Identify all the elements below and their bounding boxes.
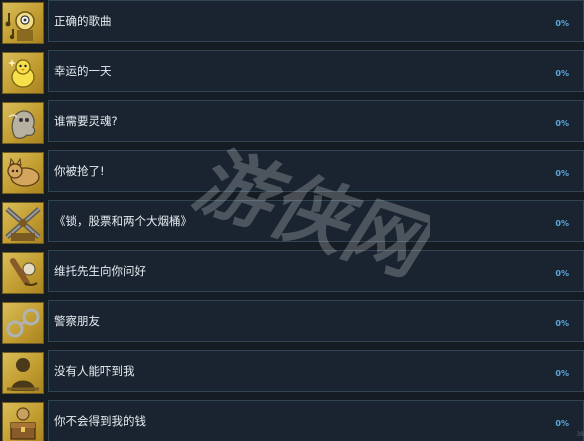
baseball-bat-icon	[2, 252, 44, 294]
achievement-percent: 0%	[555, 219, 569, 228]
achievement-row[interactable]: 你不会得到我的钱 0%	[0, 400, 584, 441]
achievement-name: 维托先生向你问好	[54, 264, 146, 278]
achievement-panel: 警察朋友 0%	[48, 300, 584, 342]
lucky-chick-icon	[2, 52, 44, 94]
achievement-name: 正确的歌曲	[54, 14, 112, 28]
handcuffs-icon	[2, 302, 44, 344]
robbed-cat-icon	[2, 152, 44, 194]
achievement-row[interactable]: 谁需要灵魂? 0%	[0, 100, 584, 149]
achievement-name: 你被抢了!	[54, 164, 105, 178]
achievement-row[interactable]: 你被抢了! 0%	[0, 150, 584, 199]
achievement-panel: 《锁，股票和两个大烟桶》 0%	[48, 200, 584, 242]
silhouette-icon	[2, 352, 44, 394]
achievement-row[interactable]: 幸运的一天 0%	[0, 50, 584, 99]
achievement-percent: 0%	[555, 169, 569, 178]
achievement-percent: 0%	[555, 319, 569, 328]
crossed-barrels-icon	[2, 202, 44, 244]
corner-number: 38	[576, 431, 584, 438]
ghost-icon	[2, 102, 44, 144]
achievement-percent: 0%	[555, 419, 569, 428]
achievement-panel: 幸运的一天 0%	[48, 50, 584, 92]
achievement-percent: 0%	[555, 119, 569, 128]
achievement-row[interactable]: 警察朋友 0%	[0, 300, 584, 349]
achievement-name: 没有人能吓到我	[54, 364, 135, 378]
achievement-panel: 没有人能吓到我 0%	[48, 350, 584, 392]
achievement-name: 幸运的一天	[54, 64, 112, 78]
achievement-percent: 0%	[555, 369, 569, 378]
achievement-name: 《锁，股票和两个大烟桶》	[54, 214, 192, 228]
achievement-row[interactable]: 《锁，股票和两个大烟桶》 0%	[0, 200, 584, 249]
achievement-panel: 正确的歌曲 0%	[48, 0, 584, 42]
achievement-row[interactable]: 维托先生向你问好 0%	[0, 250, 584, 299]
treasure-chest-icon	[2, 402, 44, 441]
achievement-row[interactable]: 正确的歌曲 0%	[0, 0, 584, 49]
achievement-percent: 0%	[555, 69, 569, 78]
minion-music-icon	[2, 2, 44, 44]
achievement-panel: 谁需要灵魂? 0%	[48, 100, 584, 142]
achievement-panel: 维托先生向你问好 0%	[48, 250, 584, 292]
achievement-name: 警察朋友	[54, 314, 100, 328]
achievement-percent: 0%	[555, 269, 569, 278]
achievement-name: 你不会得到我的钱	[54, 414, 146, 428]
achievement-percent: 0%	[555, 19, 569, 28]
achievement-name: 谁需要灵魂?	[54, 114, 118, 128]
achievement-panel: 你不会得到我的钱 0%	[48, 400, 584, 441]
achievement-row[interactable]: 没有人能吓到我 0%	[0, 350, 584, 399]
achievement-list: 正确的歌曲 0% 幸运的一天 0% 谁需要灵魂? 0% 你被抢了! 0% 《锁，…	[0, 0, 584, 441]
achievement-panel: 你被抢了! 0%	[48, 150, 584, 192]
